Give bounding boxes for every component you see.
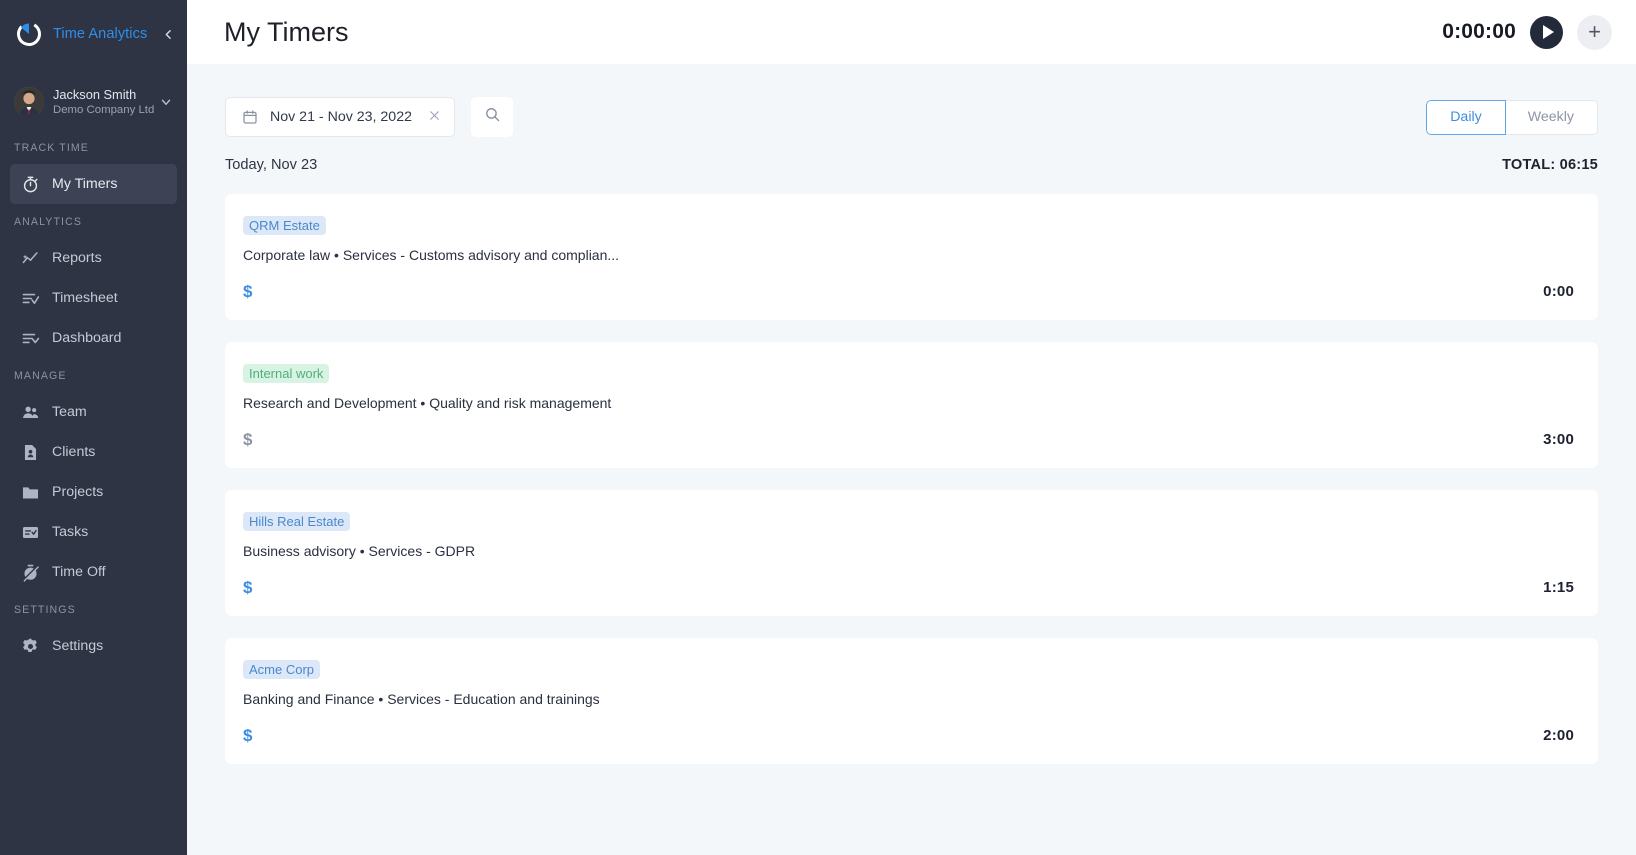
- running-timer-value: 0:00:00: [1442, 20, 1516, 43]
- sidebar-item-label: Settings: [52, 638, 104, 654]
- sidebar-item-timesheet[interactable]: Timesheet: [10, 278, 177, 318]
- sidebar-item-projects[interactable]: Projects: [10, 472, 177, 512]
- topbar: My Timers 0:00:00 +: [187, 0, 1636, 64]
- task-list-icon: [20, 522, 40, 542]
- play-icon: [1542, 25, 1554, 39]
- entry-details: Internal work Research and Development •…: [243, 364, 1574, 448]
- view-mode-weekly[interactable]: Weekly: [1504, 99, 1598, 135]
- sidebar-item-label: Team: [52, 404, 87, 420]
- chevron-down-icon[interactable]: [159, 95, 173, 109]
- start-timer-button[interactable]: [1530, 15, 1563, 49]
- timer-entry-row[interactable]: Acme Corp Banking and Finance • Services…: [225, 638, 1598, 764]
- view-mode-toggle: Daily Weekly: [1426, 99, 1598, 135]
- calendar-icon: [242, 109, 258, 125]
- nav-section-manage: MANAGE Team Clients Projects Tasks Time …: [0, 370, 187, 592]
- app-root: Time Analytics Jackson Smith Demo Compan…: [0, 0, 1636, 855]
- timer-entries-list: QRM Estate Corporate law • Services - Cu…: [187, 184, 1636, 855]
- date-range-value: Nov 21 - Nov 23, 2022: [270, 109, 412, 125]
- search-button[interactable]: [471, 97, 513, 137]
- nav-section-settings: SETTINGS Settings: [0, 604, 187, 666]
- nav-section-analytics: ANALYTICS Reports Timesheet Dashboard: [0, 216, 187, 358]
- people-icon: [20, 402, 40, 422]
- page-title: My Timers: [224, 16, 349, 47]
- user-company: Demo Company Ltd: [53, 103, 155, 116]
- sidebar-item-label: Clients: [52, 444, 96, 460]
- section-title-settings: SETTINGS: [14, 604, 76, 616]
- timer-ring-logo-icon: [14, 19, 44, 49]
- sidebar: Time Analytics Jackson Smith Demo Compan…: [0, 0, 187, 855]
- topbar-actions: 0:00:00 +: [1442, 14, 1612, 50]
- entry-duration: 0:00: [1543, 283, 1574, 300]
- entry-details: Hills Real Estate Business advisory • Se…: [243, 512, 1574, 596]
- client-badge[interactable]: Hills Real Estate: [243, 512, 351, 531]
- entry-description: Corporate law • Services - Customs advis…: [243, 247, 620, 263]
- folder-icon: [20, 482, 40, 502]
- sidebar-item-label: Reports: [52, 250, 102, 266]
- timer-entry-row[interactable]: QRM Estate Corporate law • Services - Cu…: [225, 194, 1598, 320]
- date-range-picker[interactable]: Nov 21 - Nov 23, 2022: [225, 97, 455, 137]
- section-title-track-time: TRACK TIME: [14, 142, 89, 154]
- view-mode-daily[interactable]: Daily: [1426, 99, 1506, 135]
- entry-description: Banking and Finance • Services - Educati…: [243, 691, 600, 707]
- chart-line-icon: [20, 248, 40, 268]
- sidebar-item-label: Tasks: [52, 524, 89, 540]
- entry-description: Research and Development • Quality and r…: [243, 395, 612, 411]
- day-group-label: Today, Nov 23: [225, 157, 318, 173]
- list-check-icon: [20, 288, 40, 308]
- section-title-analytics: ANALYTICS: [14, 216, 82, 228]
- entry-description: Business advisory • Services - GDPR: [243, 543, 476, 559]
- close-icon[interactable]: [424, 109, 441, 126]
- entry-duration: 2:00: [1543, 727, 1574, 744]
- gear-icon: [20, 636, 40, 656]
- sidebar-item-tasks[interactable]: Tasks: [10, 512, 177, 552]
- billable-icon[interactable]: $: [243, 579, 1574, 596]
- entry-details: Acme Corp Banking and Finance • Services…: [243, 660, 1574, 744]
- plus-icon: +: [1588, 19, 1601, 44]
- chevron-left-icon[interactable]: [159, 24, 177, 44]
- billable-icon[interactable]: $: [243, 727, 1574, 744]
- billable-icon[interactable]: $: [243, 431, 1574, 448]
- brand-row[interactable]: Time Analytics: [0, 0, 187, 68]
- sidebar-item-time-off[interactable]: Time Off: [10, 552, 177, 592]
- list-chevron-icon: [20, 328, 40, 348]
- user-profile[interactable]: Jackson Smith Demo Company Ltd: [0, 68, 187, 130]
- billable-icon[interactable]: $: [243, 283, 1574, 300]
- toolbar: Nov 21 - Nov 23, 2022 Daily Weekly: [187, 64, 1636, 146]
- sidebar-item-label: Time Off: [52, 564, 106, 580]
- stopwatch-icon: [20, 174, 40, 194]
- timer-entry-row[interactable]: Hills Real Estate Business advisory • Se…: [225, 490, 1598, 616]
- sidebar-item-dashboard[interactable]: Dashboard: [10, 318, 177, 358]
- sidebar-item-reports[interactable]: Reports: [10, 238, 177, 278]
- nav-section-track-time: TRACK TIME My Timers: [0, 142, 187, 204]
- user-text: Jackson Smith Demo Company Ltd: [53, 86, 155, 117]
- stopwatch-off-icon: [20, 562, 40, 582]
- section-title-manage: MANAGE: [14, 370, 67, 382]
- contact-card-icon: [20, 442, 40, 462]
- sidebar-item-label: Projects: [52, 484, 104, 500]
- day-group-header: Today, Nov 23 TOTAL: 06:15: [187, 146, 1636, 184]
- sidebar-item-label: Dashboard: [52, 330, 122, 346]
- client-badge[interactable]: QRM Estate: [243, 216, 326, 235]
- sidebar-item-settings[interactable]: Settings: [10, 626, 177, 666]
- search-icon: [484, 106, 501, 128]
- avatar: [14, 87, 44, 117]
- brand-name: Time Analytics: [53, 26, 148, 42]
- add-timer-button[interactable]: +: [1577, 14, 1612, 50]
- day-group-total: TOTAL: 06:15: [1502, 157, 1598, 173]
- main-content: My Timers 0:00:00 + Nov 21 - Nov 23, 202: [187, 0, 1636, 855]
- entry-duration: 3:00: [1543, 431, 1574, 448]
- sidebar-item-clients[interactable]: Clients: [10, 432, 177, 472]
- timer-entry-row[interactable]: Internal work Research and Development •…: [225, 342, 1598, 468]
- client-badge[interactable]: Internal work: [243, 364, 330, 383]
- client-badge[interactable]: Acme Corp: [243, 660, 321, 679]
- sidebar-item-my-timers[interactable]: My Timers: [10, 164, 177, 204]
- sidebar-item-team[interactable]: Team: [10, 392, 177, 432]
- user-name: Jackson Smith: [53, 86, 137, 102]
- entry-details: QRM Estate Corporate law • Services - Cu…: [243, 216, 1574, 300]
- entry-duration: 1:15: [1543, 579, 1574, 596]
- sidebar-item-label: Timesheet: [52, 290, 118, 306]
- sidebar-item-label: My Timers: [52, 176, 118, 192]
